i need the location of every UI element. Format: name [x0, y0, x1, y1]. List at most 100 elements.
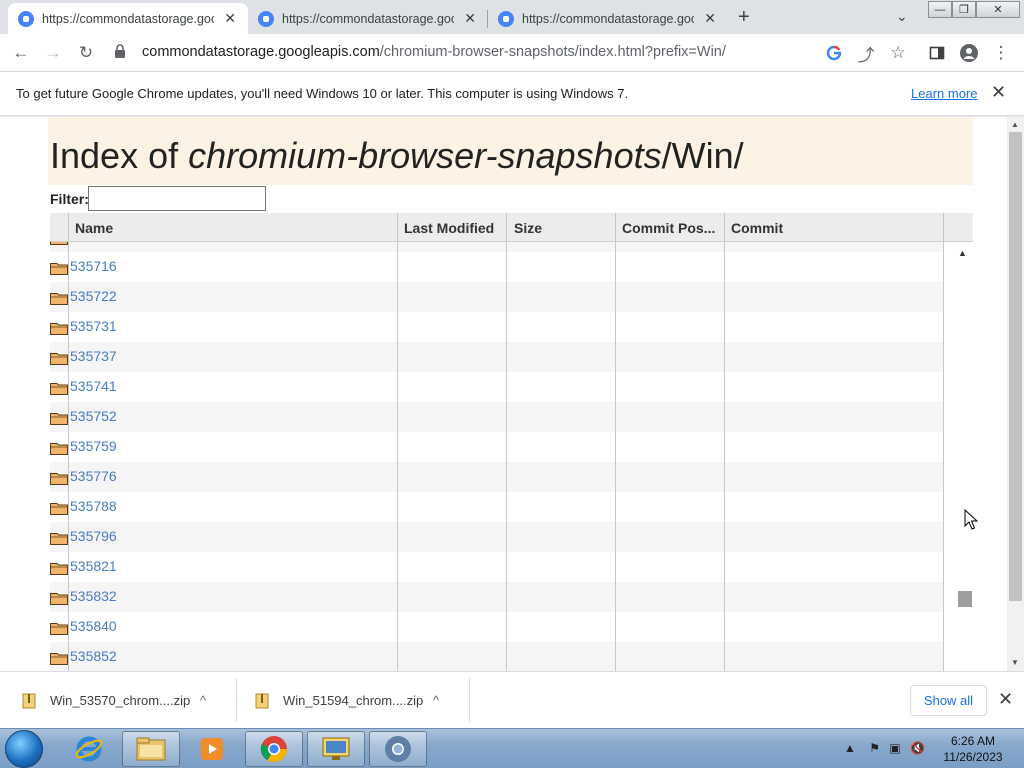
grid-scroll-up-icon[interactable]: ▲: [958, 248, 967, 258]
show-all-downloads-button[interactable]: Show all: [910, 685, 987, 716]
more-menu-icon[interactable]: ⋮: [990, 42, 1012, 64]
grid-rows: 535708 535716 535722 535731 535737 535741 5357…: [50, 242, 944, 671]
chrome-icon[interactable]: [245, 731, 303, 767]
download-item[interactable]: Win_51594_chrom....zip ^: [255, 672, 439, 729]
url-text[interactable]: commondatastorage.googleapis.com/chromiu…: [142, 44, 726, 60]
filter-input[interactable]: [88, 186, 266, 211]
folder-link[interactable]: 535737: [70, 348, 117, 364]
tab-strip: https://commondatastorage.googleapis.com…: [0, 0, 1024, 34]
share-icon[interactable]: ⤴: [855, 42, 877, 65]
title-prefix: Index of: [50, 135, 189, 176]
file-explorer-icon[interactable]: [122, 731, 180, 767]
column-header-commit-position[interactable]: Commit Pos...: [622, 220, 715, 236]
folder-icon: [50, 351, 68, 365]
tab-1[interactable]: https://commondatastorage.googleapis.com…: [8, 3, 248, 34]
window-close-icon[interactable]: ✕: [976, 1, 1020, 18]
side-panel-icon[interactable]: [926, 42, 948, 64]
folder-icon: [50, 441, 68, 455]
column-header-name[interactable]: Name: [75, 220, 113, 236]
folder-link[interactable]: 535832: [70, 588, 117, 604]
bookmark-star-icon[interactable]: ☆: [887, 42, 909, 64]
back-arrow-icon[interactable]: ←: [10, 42, 32, 64]
media-player-icon[interactable]: [183, 731, 241, 767]
reload-icon[interactable]: ↻: [75, 42, 97, 64]
table-row: 535796: [50, 522, 944, 552]
forward-arrow-icon[interactable]: →: [42, 42, 64, 64]
folder-icon: [50, 381, 68, 395]
column-header-size[interactable]: Size: [514, 220, 542, 236]
folder-link[interactable]: 535708: [70, 242, 117, 244]
profile-avatar-icon[interactable]: [958, 42, 980, 64]
chromium-icon[interactable]: [369, 731, 427, 767]
close-shelf-icon[interactable]: ✕: [998, 689, 1013, 710]
show-hidden-icons-chevron-icon[interactable]: ▲: [844, 741, 856, 755]
remote-desktop-icon[interactable]: [307, 731, 365, 767]
address-bar[interactable]: commondatastorage.googleapis.com/chromiu…: [106, 37, 920, 67]
page-content: Index of chromium-browser-snapshots/Win/…: [0, 117, 1007, 671]
page-favicon-icon: [258, 10, 274, 27]
tab-3[interactable]: https://commondatastorage.googleapis.com…: [488, 3, 728, 34]
taskbar-clock[interactable]: 6:26 AM 11/26/2023: [928, 733, 1018, 765]
column-header-last-modified[interactable]: Last Modified: [404, 220, 494, 236]
folder-link[interactable]: 535788: [70, 498, 117, 514]
download-item[interactable]: Win_53570_chrom....zip ^: [22, 672, 206, 729]
table-row: 535708: [50, 242, 944, 252]
page-scrollbar-thumb[interactable]: [1009, 132, 1022, 601]
volume-muted-icon[interactable]: 🔇: [910, 741, 925, 755]
table-row: 535759: [50, 432, 944, 462]
filter-label: Filter:: [50, 191, 89, 207]
folder-link[interactable]: 535776: [70, 468, 117, 484]
column-header-commit[interactable]: Commit: [731, 220, 783, 236]
clock-time: 6:26 AM: [950, 734, 996, 748]
start-orb-icon[interactable]: [5, 730, 43, 768]
scroll-up-arrow-icon[interactable]: ▲: [1011, 120, 1019, 129]
scroll-down-arrow-icon[interactable]: ▼: [1011, 658, 1019, 667]
folder-link[interactable]: 535796: [70, 528, 117, 544]
new-tab-button[interactable]: +: [738, 6, 750, 29]
grid-scrollbar-thumb[interactable]: [958, 591, 972, 607]
folder-link[interactable]: 535731: [70, 318, 117, 334]
title-bucket: chromium-browser-snapshots: [188, 135, 662, 176]
folder-link[interactable]: 535722: [70, 288, 117, 304]
minimize-icon[interactable]: —: [928, 1, 952, 18]
download-options-chevron-icon[interactable]: ^: [433, 693, 439, 708]
page-favicon-icon: [498, 10, 514, 27]
folder-link[interactable]: 535840: [70, 618, 117, 634]
folder-icon: [50, 621, 68, 635]
download-shelf: Win_53570_chrom....zip ^ Win_51594_chrom…: [0, 671, 1024, 728]
column-divider: [68, 213, 69, 671]
action-center-flag-icon[interactable]: ⚑: [869, 741, 880, 755]
folder-link[interactable]: 535741: [70, 378, 117, 394]
infobar-close-icon[interactable]: ✕: [991, 82, 1006, 103]
close-tab-icon[interactable]: ✕: [222, 10, 238, 27]
internet-explorer-icon[interactable]: [60, 731, 118, 767]
tab-2[interactable]: https://commondatastorage.googleapis.com…: [248, 3, 488, 34]
infobar-message: To get future Google Chrome updates, you…: [16, 86, 629, 101]
tab-search-chevron-icon[interactable]: ⌄: [896, 8, 908, 25]
folder-link[interactable]: 535716: [70, 258, 117, 274]
page-scrollbar[interactable]: ▲ ▼: [1007, 117, 1024, 671]
table-row: 535716: [50, 252, 944, 282]
close-tab-icon[interactable]: ✕: [702, 10, 718, 27]
download-filename: Win_51594_chrom....zip: [283, 693, 424, 708]
folder-link[interactable]: 535821: [70, 558, 117, 574]
system-tray: ▲ ⚑ ▣ 🔇: [844, 741, 925, 755]
zip-file-icon: [22, 693, 36, 708]
folder-icon: [50, 561, 68, 575]
windows-taskbar: ▲ ⚑ ▣ 🔇 6:26 AM 11/26/2023: [0, 728, 1024, 768]
column-divider: [724, 213, 725, 671]
folder-link[interactable]: 535752: [70, 408, 117, 424]
folder-icon: [50, 651, 68, 665]
close-tab-icon[interactable]: ✕: [462, 10, 478, 27]
download-options-chevron-icon[interactable]: ^: [200, 693, 206, 708]
folder-link[interactable]: 535759: [70, 438, 117, 454]
google-lens-icon[interactable]: [823, 42, 845, 64]
learn-more-link[interactable]: Learn more: [911, 86, 977, 101]
folder-icon: [50, 531, 68, 545]
folder-icon: [50, 242, 68, 245]
mouse-cursor-icon: [964, 509, 978, 530]
folder-link[interactable]: 535852: [70, 648, 117, 664]
network-icon[interactable]: ▣: [889, 741, 900, 755]
restore-icon[interactable]: ❐: [952, 1, 976, 18]
lock-icon[interactable]: [114, 44, 126, 58]
